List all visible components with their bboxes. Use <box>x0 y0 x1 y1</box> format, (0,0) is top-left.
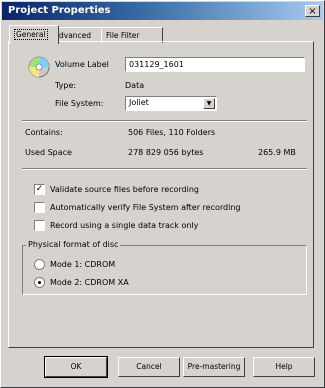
contains-caption: Contains: <box>25 128 63 137</box>
tab-general[interactable]: General <box>9 25 59 44</box>
verify-label[interactable]: Automatically verify File System after r… <box>50 203 240 212</box>
used-space-bytes: 278 829 056 bytes <box>128 148 204 157</box>
title-bar[interactable]: Project Properties × <box>2 2 323 20</box>
window-title: Project Properties <box>8 5 111 16</box>
validate-checkbox[interactable]: ✓ <box>34 184 45 195</box>
physical-format-title: Physical format of disc <box>26 240 121 249</box>
mode2-label[interactable]: Mode 2: CDROM XA <box>50 278 129 287</box>
physical-format-group <box>22 245 307 295</box>
used-space-caption: Used Space <box>25 148 72 157</box>
close-icon: × <box>308 6 317 17</box>
verify-checkbox[interactable] <box>34 202 45 213</box>
validate-label[interactable]: Validate source files before recording <box>50 185 199 194</box>
single-track-label[interactable]: Record using a single data track only <box>50 221 198 230</box>
mode1-label[interactable]: Mode 1: CDROM <box>50 260 115 269</box>
single-track-checkbox[interactable] <box>34 220 45 231</box>
mode1-radio[interactable] <box>34 259 45 270</box>
check-icon: ✓ <box>35 184 44 194</box>
ok-button[interactable]: OK <box>44 356 108 378</box>
used-space-mb: 265.9 MB <box>258 148 296 157</box>
cancel-button[interactable]: Cancel <box>118 357 180 377</box>
chevron-down-icon[interactable]: ▼ <box>203 98 215 109</box>
mode2-radio[interactable] <box>34 277 45 288</box>
cd-disc-icon <box>28 56 50 78</box>
premastering-button[interactable]: Pre-mastering <box>183 357 245 377</box>
volume-label-input[interactable]: 031129_1601 <box>125 57 305 72</box>
volume-label-caption: Volume Label <box>55 60 109 69</box>
file-system-value: Joliet <box>129 98 149 107</box>
file-system-caption: File System: <box>55 99 104 108</box>
type-value: Data <box>125 81 145 90</box>
tab-panel-general <box>8 41 314 348</box>
contains-value: 506 Files, 110 Folders <box>128 128 216 137</box>
help-button[interactable]: Help <box>253 357 315 377</box>
divider <box>22 120 307 122</box>
type-caption: Type: <box>55 81 77 90</box>
divider <box>22 168 307 170</box>
file-system-select[interactable]: Joliet ▼ <box>125 96 217 111</box>
close-button[interactable]: × <box>305 5 320 17</box>
